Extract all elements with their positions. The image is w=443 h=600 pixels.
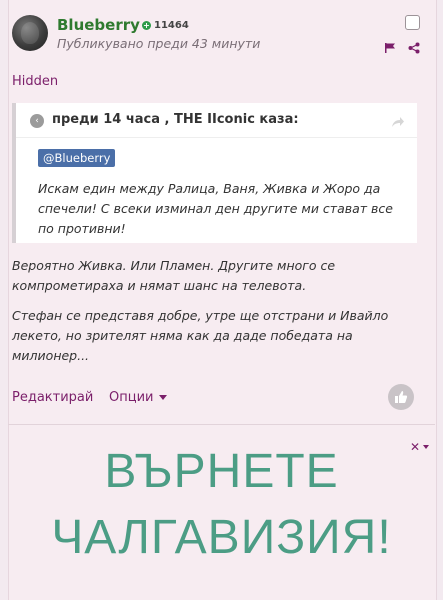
username-link[interactable]: Blueberry (57, 16, 140, 34)
post-paragraph-1: Вероятно Живка. Или Пламен. Другите мног… (12, 258, 336, 293)
quote-block: ‹ преди 14 часа , THE IIconic каза: @Blu… (12, 103, 417, 243)
mention-tag[interactable]: @Blueberry (38, 149, 116, 167)
ad-text-line-1[interactable]: ВЪРНЕТЕ (0, 444, 443, 499)
share-arrow-icon[interactable] (391, 113, 405, 132)
hidden-label[interactable]: Hidden (12, 74, 58, 89)
reputation-count: 11464 (154, 20, 189, 31)
chevron-icon[interactable]: ‹ (30, 114, 44, 128)
post-paragraph-2: Стефан се представя добре, утре ще отстр… (12, 308, 389, 363)
avatar[interactable] (12, 15, 48, 51)
thumbs-up-icon[interactable] (388, 384, 414, 410)
reputation-badge: + 11464 (142, 20, 189, 31)
share-icon[interactable] (408, 39, 420, 58)
chevron-down-icon (159, 395, 168, 400)
edit-link[interactable]: Редактирай (12, 390, 93, 405)
posted-time[interactable]: Публикувано преди 43 минути (57, 36, 260, 51)
options-label: Опции (109, 390, 154, 405)
post-header: Blueberry + 11464 Публикувано преди 43 м… (12, 10, 422, 65)
options-menu[interactable]: Опции (109, 390, 168, 405)
plus-icon: + (142, 21, 151, 30)
select-post-checkbox[interactable] (405, 15, 420, 30)
quote-header: ‹ преди 14 часа , THE IIconic каза: (16, 103, 417, 138)
quote-title: преди 14 часа , THE IIconic каза: (52, 112, 299, 127)
post-actions: Редактирай Опции (12, 384, 416, 412)
ad-text-line-2[interactable]: ЧАЛГАВИЗИЯ! (0, 510, 443, 565)
flag-icon[interactable] (384, 39, 396, 58)
divider (8, 424, 435, 425)
quote-text: Искам един между Ралица, Ваня, Живка и Ж… (38, 181, 393, 236)
